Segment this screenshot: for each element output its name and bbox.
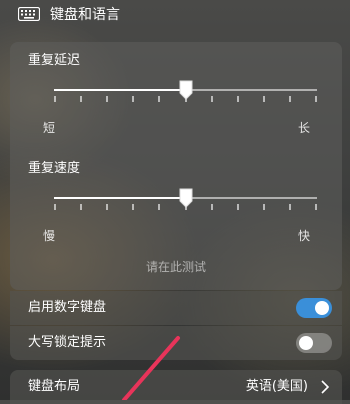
repeat-rate-fill <box>54 197 186 199</box>
slider-tick <box>236 96 239 102</box>
slider-tick <box>158 96 161 102</box>
slider-tick <box>210 96 213 102</box>
toggle-knob <box>299 336 313 350</box>
slider-tick <box>132 204 135 210</box>
test-input-field[interactable]: 请在此测试 <box>10 256 342 278</box>
slider-tick <box>236 204 239 210</box>
caps-lock-hint-label: 大写锁定提示 <box>28 335 107 350</box>
toggle-knob <box>315 301 329 315</box>
slider-tick <box>54 96 56 102</box>
slider-tick <box>106 96 109 102</box>
keyboard-settings-panel: 重复延迟 短 长 重复速度 慢 快 请在此测试 <box>10 42 342 290</box>
keyboard-icon <box>18 7 40 21</box>
slider-tick <box>315 204 317 210</box>
repeat-delay-min-label: 短 <box>43 121 56 135</box>
slider-tick <box>80 204 83 210</box>
header: 键盘和语言 <box>0 0 350 32</box>
caps-lock-hint-toggle[interactable] <box>296 333 332 353</box>
slider-tick <box>210 204 213 210</box>
keyboard-layout-value: 英语(美国) <box>245 379 308 394</box>
numeric-keypad-label: 启用数字键盘 <box>28 300 107 315</box>
chevron-right-icon <box>321 380 330 394</box>
numeric-keypad-row: 启用数字键盘 <box>10 291 342 325</box>
repeat-rate-max-label: 快 <box>298 229 311 243</box>
slider-tick <box>288 204 291 210</box>
keyboard-layout-row[interactable]: 键盘布局 英语(美国) <box>10 370 342 404</box>
slider-tick <box>80 96 83 102</box>
slider-tick <box>132 96 135 102</box>
header-title: 键盘和语言 <box>50 7 120 23</box>
caps-lock-hint-row: 大写锁定提示 <box>10 326 342 360</box>
numeric-keypad-toggle[interactable] <box>296 298 332 318</box>
repeat-delay-label: 重复延迟 <box>28 53 81 68</box>
repeat-delay-slider-thumb[interactable] <box>179 80 193 100</box>
keyboard-layout-label: 键盘布局 <box>28 379 81 394</box>
slider-tick <box>262 204 265 210</box>
repeat-delay-max-label: 长 <box>298 121 311 135</box>
repeat-rate-min-label: 慢 <box>43 229 56 243</box>
slider-tick <box>158 204 161 210</box>
slider-tick <box>106 204 109 210</box>
slider-tick <box>288 96 291 102</box>
slider-tick <box>315 96 317 102</box>
repeat-rate-slider-thumb[interactable] <box>179 188 193 208</box>
repeat-delay-fill <box>54 89 186 91</box>
slider-tick <box>262 96 265 102</box>
repeat-rate-label: 重复速度 <box>28 161 81 176</box>
slider-tick <box>54 204 56 210</box>
